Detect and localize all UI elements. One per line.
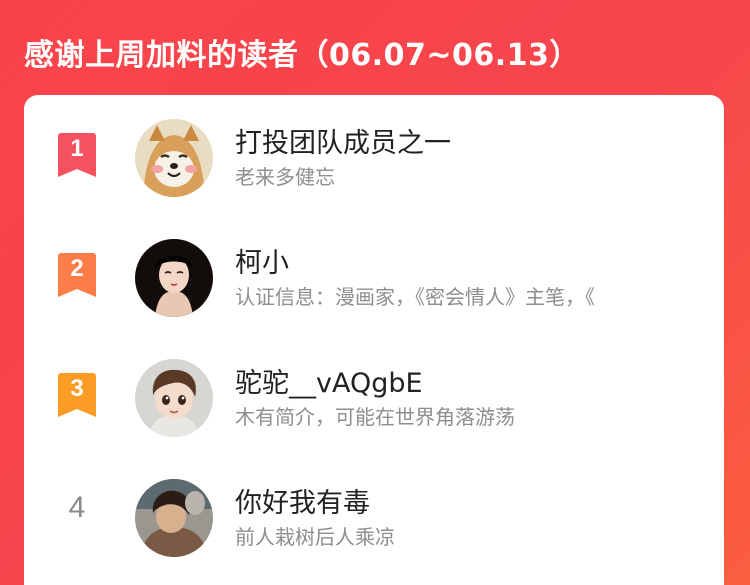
reader-row[interactable]: 2 柯小 认证信息：漫画家，《密会情人》主笔，《	[24, 215, 724, 325]
reader-name: 驼驼__vAQgbE	[235, 368, 423, 399]
reader-name: 你好我有毒	[235, 488, 370, 519]
reader-row[interactable]: 4 你好我有毒 前人栽树后人乘凉	[24, 455, 724, 565]
rank-number: 3	[70, 375, 84, 402]
reader-name: 柯小	[235, 248, 289, 279]
avatar[interactable]	[135, 479, 213, 557]
rank-number: 4	[68, 491, 86, 524]
reader-name: 打投团队成员之一	[235, 128, 451, 159]
reader-description: 木有简介，可能在世界角落游荡	[235, 405, 515, 429]
leaderboard-panel: 感谢上周加料的读者（06.07~06.13） 1 打投团队成员之一 老来多健忘 …	[0, 0, 750, 585]
reader-row[interactable]: 1 打投团队成员之一 老来多健忘	[24, 95, 724, 205]
reader-row[interactable]: 3 驼驼__vAQgbE 木有简介，可能在世界角落游荡	[24, 335, 724, 445]
avatar[interactable]	[135, 359, 213, 437]
reader-description: 认证信息：漫画家，《密会情人》主笔，《	[235, 285, 595, 309]
reader-description: 前人栽树后人乘凉	[235, 525, 395, 549]
rank-number: 2	[70, 255, 84, 282]
leaderboard-title: 感谢上周加料的读者（06.07~06.13）	[24, 38, 580, 73]
avatar[interactable]	[135, 239, 213, 317]
rank-badge-icon: 1	[58, 133, 96, 179]
reader-list: 1 打投团队成员之一 老来多健忘 2 柯小 认证信息：漫画家，《密会情人》主笔，…	[24, 95, 724, 585]
rank-number: 1	[70, 135, 84, 162]
rank-badge-icon: 3	[58, 373, 96, 419]
avatar[interactable]	[135, 119, 213, 197]
reader-description: 老来多健忘	[235, 165, 335, 189]
rank-badge-icon: 2	[58, 253, 96, 299]
